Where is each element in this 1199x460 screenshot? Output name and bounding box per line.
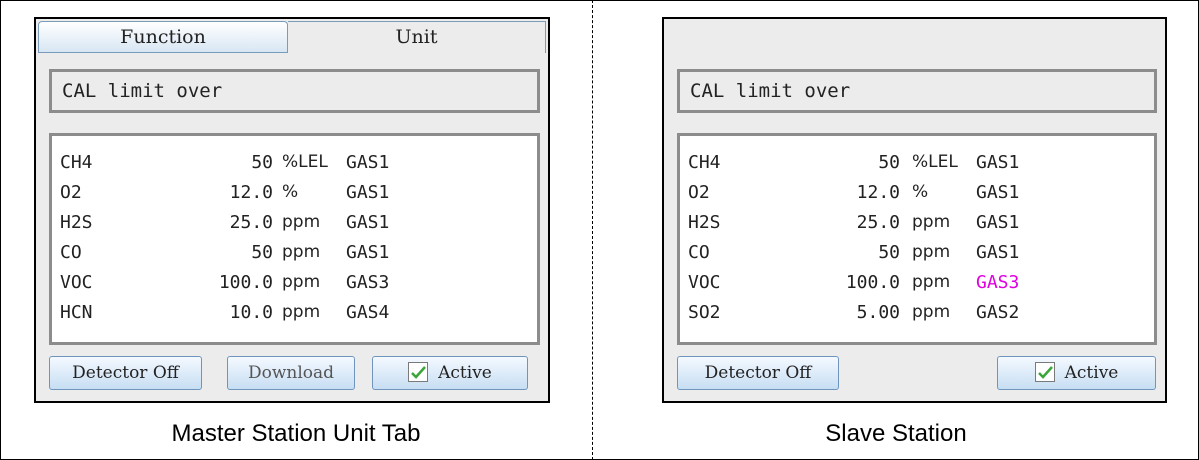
gas-group: GAS4 [346, 302, 390, 323]
gas-row: CO 50 ppm GAS1 [680, 239, 1154, 266]
tab-function[interactable]: Function [38, 21, 288, 53]
gas-name: H2S [60, 212, 93, 233]
gas-row: H2S 25.0 ppm GAS1 [52, 209, 537, 236]
gas-value: 12.0 [229, 182, 273, 203]
gas-group: GAS3 [976, 272, 1020, 293]
gas-row: VOC 100.0 ppm GAS3 [680, 269, 1154, 296]
gas-name: CO [688, 242, 710, 263]
slave-caption: Slave Station [825, 420, 967, 447]
gas-group: GAS1 [976, 152, 1020, 173]
gas-unit: % [912, 182, 929, 202]
gas-group: GAS1 [976, 212, 1020, 233]
checkmark-icon[interactable] [408, 361, 429, 382]
slave-station-panel: CAL limit over CH4 50 %LEL GAS1 O2 12.0% GAS1 H… [662, 17, 1167, 403]
master-station-panel: Function Unit CAL limit over CH4 50 %LEL GA… [34, 17, 550, 403]
detector-off-button[interactable]: Detector Off [49, 356, 202, 390]
gas-name: CO [60, 242, 82, 263]
gas-row: CH4 50 %LEL GAS1 [52, 149, 537, 176]
gas-value: 50 [878, 152, 900, 173]
gas-unit: % [282, 182, 299, 202]
gas-unit: ppm [912, 302, 951, 322]
gas-name: CH4 [60, 152, 93, 173]
detector-off-button[interactable]: Detector Off [677, 356, 839, 390]
gas-row: VOC 100.0 ppm GAS3 [52, 269, 537, 296]
gas-group: GAS1 [976, 182, 1020, 203]
gas-unit: ppm [282, 272, 321, 292]
gas-row: O2 12.0% GAS1 [680, 179, 1154, 206]
gas-group: GAS1 [346, 212, 390, 233]
gas-row: SO2 5.00 ppm GAS2 [680, 299, 1154, 326]
gas-name: SO2 [688, 302, 721, 323]
gas-value: 100.0 [218, 272, 273, 293]
gas-name: VOC [688, 272, 721, 293]
gas-unit: ppm [912, 242, 951, 262]
gas-value: 100.0 [845, 272, 900, 293]
gas-unit: ppm [282, 212, 321, 232]
gas-value: 50 [878, 242, 900, 263]
active-toggle[interactable]: Active [997, 356, 1156, 390]
gas-name: HCN [60, 302, 93, 323]
gas-group: GAS2 [976, 302, 1020, 323]
gas-value: 25.0 [856, 212, 900, 233]
gas-value: 50 [251, 152, 273, 173]
gas-row: O2 12.0% GAS1 [52, 179, 537, 206]
gas-name: O2 [60, 182, 82, 203]
gas-value: 12.0 [856, 182, 900, 203]
panel-divider [592, 0, 593, 460]
gas-row: HCN 10.0 ppm GAS4 [52, 299, 537, 326]
gas-name: VOC [60, 272, 93, 293]
gas-name: H2S [688, 212, 721, 233]
gas-value: 5.00 [856, 302, 900, 323]
gas-value: 25.0 [229, 212, 273, 233]
gas-row: H2S 25.0 ppm GAS1 [680, 209, 1154, 236]
gas-row: CO 50 ppm GAS1 [52, 239, 537, 266]
gas-sensor-list: CH4 50 %LEL GAS1 O2 12.0% GAS1 H2S 25.0 ppm GAS1 CO… [49, 133, 540, 345]
checkmark-icon[interactable] [1034, 361, 1055, 382]
gas-unit: %LEL [282, 152, 328, 172]
gas-sensor-list: CH4 50 %LEL GAS1 O2 12.0% GAS1 H2S 25.0 ppm GAS1 CO… [677, 133, 1157, 345]
gas-group: GAS1 [346, 242, 390, 263]
gas-unit: ppm [282, 242, 321, 262]
gas-unit: %LEL [912, 152, 958, 172]
status-message: CAL limit over [677, 69, 1157, 113]
gas-unit: ppm [912, 272, 951, 292]
tab-bar: Function Unit [38, 21, 546, 53]
gas-group: GAS1 [976, 242, 1020, 263]
gas-name: O2 [688, 182, 710, 203]
gas-unit: ppm [282, 302, 321, 322]
tab-unit[interactable]: Unit [288, 21, 546, 53]
gas-row: CH4 50 %LEL GAS1 [680, 149, 1154, 176]
active-label: Active [1064, 363, 1119, 383]
gas-group: GAS1 [346, 152, 390, 173]
gas-value: 10.0 [229, 302, 273, 323]
download-button[interactable]: Download [227, 356, 355, 390]
gas-value: 50 [251, 242, 273, 263]
gas-group: GAS1 [346, 182, 390, 203]
gas-group: GAS3 [346, 272, 390, 293]
active-toggle[interactable]: Active [372, 356, 528, 390]
status-message: CAL limit over [49, 69, 540, 113]
gas-unit: ppm [912, 212, 951, 232]
active-label: Active [438, 363, 492, 383]
gas-name: CH4 [688, 152, 721, 173]
master-caption: Master Station Unit Tab [171, 420, 421, 447]
